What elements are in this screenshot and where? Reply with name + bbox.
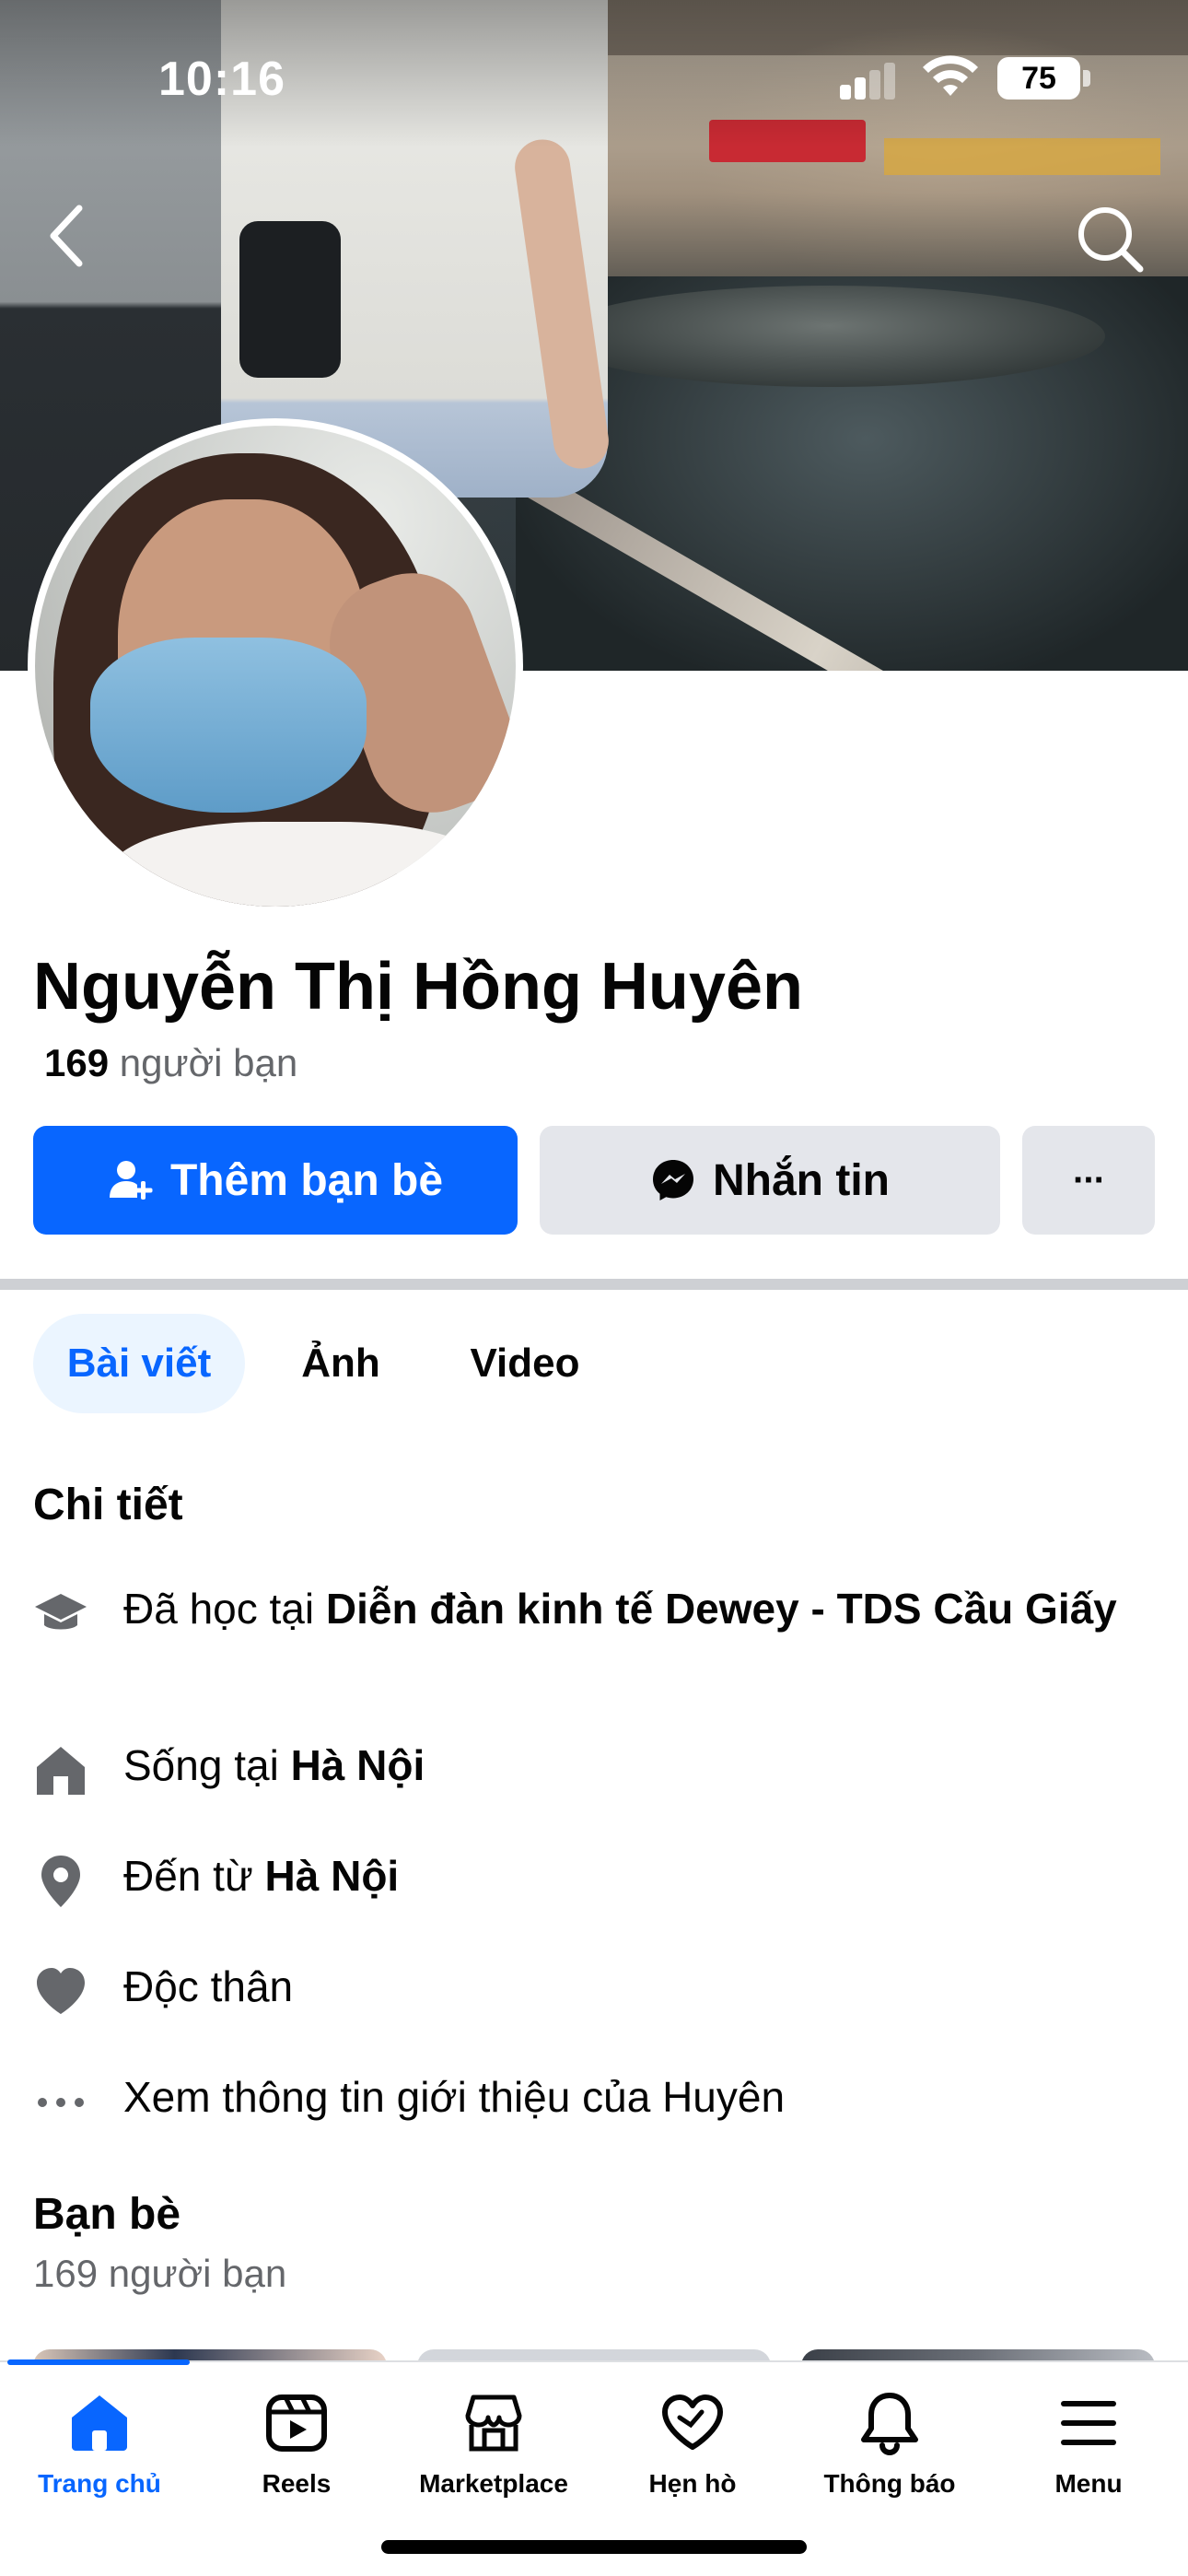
add-friend-button[interactable]: Thêm bạn bè — [33, 1126, 518, 1235]
detail-lives-in-prefix: Sống tại — [123, 1741, 291, 1789]
more-options-button[interactable]: ··· — [1022, 1126, 1155, 1235]
status-time: 10:16 — [158, 53, 285, 106]
cover-fountain — [553, 286, 1105, 387]
details-title: Chi tiết — [33, 1481, 183, 1529]
home-indicator[interactable] — [381, 2540, 807, 2554]
search-icon[interactable] — [1074, 203, 1146, 275]
cover-bag — [239, 221, 341, 378]
friends-section-title: Bạn bè — [33, 2190, 181, 2239]
detail-education-prefix: Đã học tại — [123, 1585, 326, 1633]
battery-icon: 75 — [997, 57, 1080, 100]
tab-videos[interactable]: Video — [442, 1314, 608, 1413]
section-divider — [0, 1279, 1188, 1290]
nav-marketplace-label: Marketplace — [419, 2469, 568, 2498]
profile-name: Nguyễn Thị Hồng Huyên — [33, 950, 803, 1024]
cellular-signal-icon — [840, 61, 895, 100]
detail-education-text: Đã học tại Diễn đàn kinh tế Dewey - TDS … — [123, 1581, 1136, 1636]
detail-from-value: Hà Nội — [264, 1852, 400, 1900]
home-icon — [72, 2395, 127, 2451]
reels-icon — [266, 2395, 327, 2452]
profile-avatar[interactable] — [28, 418, 523, 914]
detail-relationship[interactable]: Độc thân — [33, 1959, 1157, 2023]
tab-photos[interactable]: Ảnh — [276, 1314, 405, 1413]
friends-count: 169 — [44, 1041, 110, 1084]
nav-menu[interactable]: Menu — [996, 2390, 1181, 2519]
home-icon — [37, 1747, 85, 1795]
graduation-cap-icon — [35, 1594, 87, 1630]
bell-icon — [861, 2393, 918, 2456]
add-friend-icon — [109, 1161, 153, 1200]
wifi-icon — [923, 55, 978, 96]
nav-notifications[interactable]: Thông báo — [798, 2390, 982, 2519]
detail-see-about[interactable]: Xem thông tin giới thiệu của Huyên — [33, 2069, 1157, 2134]
nav-reels[interactable]: Reels — [204, 2390, 389, 2519]
nav-dating-label: Hẹn hò — [648, 2469, 737, 2498]
nav-home[interactable]: Trang chủ — [7, 2390, 192, 2519]
location-pin-icon — [41, 1856, 80, 1907]
detail-from-prefix: Đến từ — [123, 1852, 265, 1900]
status-bar: 10:16 75 — [0, 0, 1188, 138]
nav-notifications-label: Thông báo — [823, 2469, 956, 2498]
battery-level: 75 — [1021, 61, 1056, 96]
nav-home-label: Trang chủ — [38, 2469, 161, 2498]
detail-education-value: Diễn đàn kinh tế Dewey - TDS Cầu Giấy — [325, 1585, 1117, 1633]
more-dots-icon: ··· — [1073, 1159, 1106, 1200]
add-friend-label: Thêm bạn bè — [169, 1155, 444, 1205]
tab-posts[interactable]: Bài viết — [33, 1314, 245, 1413]
menu-icon — [1061, 2401, 1116, 2445]
nav-dating[interactable]: Hẹn hò — [600, 2390, 785, 2519]
heart-icon — [37, 1968, 85, 2014]
avatar-photo — [35, 426, 516, 907]
detail-lives-in-value: Hà Nội — [290, 1741, 425, 1789]
nav-menu-label: Menu — [1054, 2469, 1123, 2498]
detail-education[interactable]: Đã học tại Diễn đàn kinh tế Dewey - TDS … — [33, 1581, 1157, 1701]
dating-heart-icon — [662, 2395, 723, 2450]
detail-see-about-label: Xem thông tin giới thiệu của Huyên — [123, 2073, 786, 2121]
nav-active-indicator — [7, 2359, 190, 2365]
detail-from[interactable]: Đến từ Hà Nội — [33, 1848, 1157, 1913]
friends-section-count[interactable]: 169 người bạn — [33, 2252, 286, 2296]
detail-from-text: Đến từ Hà Nội — [123, 1848, 1136, 1903]
message-label: Nhắn tin — [713, 1155, 890, 1205]
message-button[interactable]: Nhắn tin — [540, 1126, 1000, 1235]
detail-relationship-prefix: Độc thân — [123, 1962, 294, 2010]
back-arrow-icon[interactable] — [37, 195, 98, 276]
detail-lives-in-text: Sống tại Hà Nội — [123, 1738, 1136, 1793]
nav-marketplace[interactable]: Marketplace — [402, 2390, 586, 2519]
battery-tip — [1083, 70, 1090, 87]
nav-reels-label: Reels — [262, 2469, 332, 2498]
friends-count-line[interactable]: 169 người bạn — [44, 1041, 297, 1085]
detail-see-about-text: Xem thông tin giới thiệu của Huyên — [123, 2069, 1136, 2125]
messenger-icon — [653, 1160, 693, 1200]
marketplace-icon — [465, 2395, 522, 2452]
detail-relationship-text: Độc thân — [123, 1959, 1136, 2014]
more-dots-icon — [38, 2098, 84, 2107]
friends-label: người bạn — [119, 1041, 298, 1084]
detail-lives-in[interactable]: Sống tại Hà Nội — [33, 1738, 1157, 1802]
